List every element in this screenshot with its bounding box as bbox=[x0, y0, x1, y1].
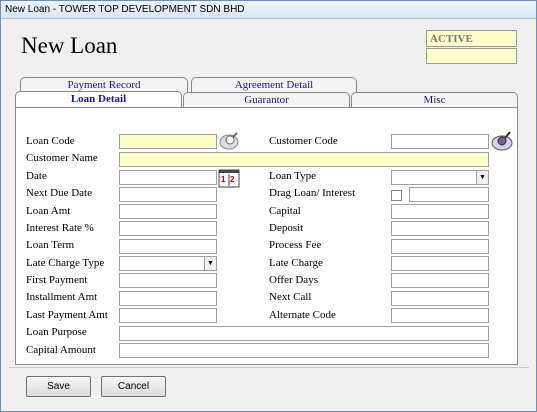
page-title: New Loan bbox=[21, 33, 118, 58]
loan-amt-label: Loan Amt bbox=[26, 205, 71, 217]
status-secondary-box bbox=[426, 48, 517, 64]
loan-term-label: Loan Term bbox=[26, 239, 75, 251]
drag-loan-interest-label: Drag Loan/ Interest bbox=[269, 187, 356, 199]
alternate-code-input[interactable] bbox=[391, 308, 489, 323]
installment-amt-label: Installment Amt bbox=[26, 291, 98, 303]
next-call-input[interactable] bbox=[391, 291, 489, 306]
process-fee-input[interactable] bbox=[391, 239, 489, 254]
tab-misc[interactable]: Misc bbox=[351, 92, 518, 107]
window: New Loan - TOWER TOP DEVELOPMENT SDN BHD… bbox=[0, 0, 537, 412]
customer-name-input[interactable] bbox=[119, 152, 489, 167]
last-payment-amt-label: Last Payment Amt bbox=[26, 309, 108, 321]
chevron-down-icon[interactable]: ▼ bbox=[476, 171, 488, 184]
tab-loan-detail[interactable]: Loan Detail bbox=[15, 91, 182, 108]
loan-purpose-label: Loan Purpose bbox=[26, 326, 87, 338]
window-title: New Loan - TOWER TOP DEVELOPMENT SDN BHD bbox=[1, 1, 536, 19]
capital-amount-input[interactable] bbox=[119, 343, 489, 358]
svg-text:1: 1 bbox=[221, 175, 226, 184]
last-payment-amt-input[interactable] bbox=[119, 308, 217, 323]
calendar-icon[interactable]: 12 bbox=[218, 168, 240, 191]
capital-input[interactable] bbox=[391, 204, 489, 219]
alternate-code-label: Alternate Code bbox=[269, 309, 336, 321]
loan-purpose-input[interactable] bbox=[119, 326, 489, 341]
process-fee-label: Process Fee bbox=[269, 239, 322, 251]
offer-days-input[interactable] bbox=[391, 273, 489, 288]
save-button[interactable]: Save bbox=[26, 376, 91, 397]
late-charge-label: Late Charge bbox=[269, 257, 323, 269]
date-label: Date bbox=[26, 170, 47, 182]
loan-type-label: Loan Type bbox=[269, 170, 316, 182]
drag-loan-interest-input[interactable] bbox=[409, 187, 489, 202]
lookup-icon[interactable] bbox=[490, 129, 514, 154]
late-charge-type-select[interactable]: ▼ bbox=[119, 256, 217, 271]
late-charge-type-label: Late Charge Type bbox=[26, 257, 105, 269]
date-input[interactable] bbox=[119, 170, 217, 185]
first-payment-input[interactable] bbox=[119, 273, 217, 288]
interest-rate-input[interactable] bbox=[119, 221, 217, 236]
divider bbox=[9, 367, 529, 368]
next-due-date-input[interactable] bbox=[119, 187, 217, 202]
customer-code-input[interactable] bbox=[391, 134, 489, 149]
deposit-label: Deposit bbox=[269, 222, 304, 234]
first-payment-label: First Payment bbox=[26, 274, 88, 286]
capital-amount-label: Capital Amount bbox=[26, 344, 96, 356]
next-call-label: Next Call bbox=[269, 291, 312, 303]
deposit-input[interactable] bbox=[391, 221, 489, 236]
late-charge-input[interactable] bbox=[391, 256, 489, 271]
tab-guarantor[interactable]: Guarantor bbox=[183, 92, 350, 107]
capital-label: Capital bbox=[269, 205, 301, 217]
loan-code-label: Loan Code bbox=[26, 135, 75, 147]
tab-payment-record[interactable]: Payment Record bbox=[20, 77, 188, 92]
offer-days-label: Offer Days bbox=[269, 274, 318, 286]
loan-amt-input[interactable] bbox=[119, 204, 217, 219]
status-badge: ACTIVE bbox=[426, 30, 517, 47]
magnifier-icon[interactable] bbox=[218, 129, 240, 154]
chevron-down-icon[interactable]: ▼ bbox=[204, 257, 216, 270]
loan-term-input[interactable] bbox=[119, 239, 217, 254]
loan-code-input[interactable] bbox=[119, 134, 217, 149]
installment-amt-input[interactable] bbox=[119, 291, 217, 306]
tab-agreement-detail[interactable]: Agreement Detail bbox=[191, 77, 357, 92]
next-due-date-label: Next Due Date bbox=[26, 187, 92, 199]
svg-text:2: 2 bbox=[230, 175, 235, 184]
drag-loan-interest-checkbox[interactable] bbox=[391, 190, 402, 201]
customer-code-label: Customer Code bbox=[269, 135, 338, 147]
loan-type-select[interactable]: ▼ bbox=[391, 170, 489, 185]
cancel-button[interactable]: Cancel bbox=[101, 376, 166, 397]
customer-name-label: Customer Name bbox=[26, 152, 98, 164]
interest-rate-label: Interest Rate % bbox=[26, 222, 94, 234]
